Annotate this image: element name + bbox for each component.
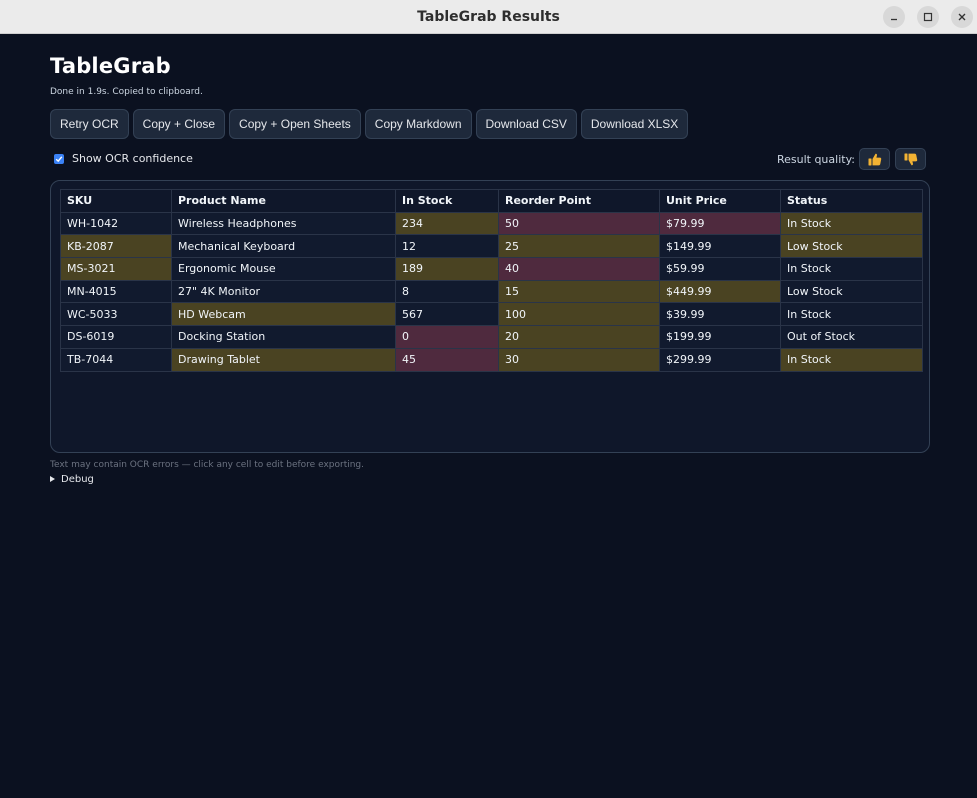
table-cell[interactable]: 12	[395, 234, 499, 259]
table-cell[interactable]: 30	[498, 347, 660, 372]
table-cell[interactable]: In Stock	[780, 257, 923, 281]
table-cell[interactable]: 45	[395, 347, 499, 372]
table-row: MN-4015 27" 4K Monitor 8 15 $449.99 Low Stock	[60, 279, 923, 304]
show-confidence-checkbox[interactable]	[54, 154, 64, 164]
column-header-sku: SKU	[60, 189, 172, 213]
table-cell[interactable]: WH-1042	[60, 211, 172, 236]
table-row: DS-6019 Docking Station 0 20 $199.99 Out of S…	[60, 325, 923, 349]
table-cell[interactable]: $79.99	[659, 211, 781, 236]
table-cell[interactable]: WC-5033	[60, 302, 172, 327]
app-title: TableGrab	[50, 54, 171, 78]
table-cell[interactable]: $149.99	[659, 234, 781, 259]
copy-close-button[interactable]: Copy + Close	[132, 109, 226, 139]
status-message: Done in 1.9s. Copied to clipboard.	[50, 87, 203, 97]
table-body: WH-1042 Wireless Headphones 234 50 $79.99 In …	[60, 211, 923, 372]
table-cell[interactable]: TB-7044	[60, 347, 172, 372]
table-cell[interactable]: 27" 4K Monitor	[171, 279, 396, 304]
copy-open-sheets-button[interactable]: Copy + Open Sheets	[229, 109, 361, 139]
table-cell[interactable]: HD Webcam	[171, 302, 396, 327]
debug-toggle[interactable]: Debug	[50, 474, 94, 485]
window-titlebar: TableGrab Results	[0, 0, 977, 34]
column-header-product-name: Product Name	[171, 189, 396, 213]
export-toolbar: Retry OCR Copy + Close Copy + Open Sheets C…	[50, 109, 692, 139]
table-cell[interactable]: In Stock	[780, 211, 923, 236]
table-cell[interactable]: 15	[498, 279, 660, 304]
table-cell[interactable]: Ergonomic Mouse	[171, 257, 396, 281]
options-row: Show OCR confidence Result quality:	[50, 148, 930, 170]
thumbs-up-icon	[868, 153, 882, 166]
table-cell[interactable]: $299.99	[659, 347, 781, 372]
table-cell[interactable]: 0	[395, 325, 499, 349]
result-quality-label: Result quality:	[776, 153, 855, 166]
show-confidence-label[interactable]: Show OCR confidence	[72, 152, 193, 165]
results-table-panel: SKU Product Name In Stock Reorder Point …	[50, 180, 930, 453]
ocr-disclaimer: Text may contain OCR errors — click any …	[50, 460, 364, 470]
window-title: TableGrab Results	[417, 9, 560, 25]
table-cell[interactable]: In Stock	[780, 347, 923, 372]
table-cell[interactable]: Drawing Tablet	[171, 347, 396, 372]
debug-label: Debug	[61, 474, 94, 485]
thumbs-down-button[interactable]	[895, 148, 926, 170]
table-cell[interactable]: $59.99	[659, 257, 781, 281]
table-cell[interactable]: 20	[498, 325, 660, 349]
column-header-status: Status	[780, 189, 923, 213]
column-header-in-stock: In Stock	[395, 189, 499, 213]
table-cell[interactable]: Low Stock	[780, 234, 923, 259]
table-cell[interactable]: $39.99	[659, 302, 781, 327]
table-cell[interactable]: MN-4015	[60, 279, 172, 304]
table-row: WH-1042 Wireless Headphones 234 50 $79.99 In …	[60, 211, 923, 236]
table-header-row: SKU Product Name In Stock Reorder Point …	[60, 189, 923, 213]
column-header-unit-price: Unit Price	[659, 189, 781, 213]
minimize-icon[interactable]	[883, 6, 905, 28]
table-cell[interactable]: 25	[498, 234, 660, 259]
table-row: WC-5033 HD Webcam 567 100 $39.99 In Stock	[60, 302, 923, 327]
table-cell[interactable]: MS-3021	[60, 257, 172, 281]
copy-markdown-button[interactable]: Copy Markdown	[364, 109, 472, 139]
table-cell[interactable]: $199.99	[659, 325, 781, 349]
table-row: MS-3021 Ergonomic Mouse 189 40 $59.99 In Stoc…	[60, 257, 923, 281]
maximize-icon[interactable]	[917, 6, 939, 28]
disclosure-triangle-icon	[50, 476, 55, 482]
table-cell[interactable]: Out of Stock	[780, 325, 923, 349]
table-cell[interactable]: 100	[498, 302, 660, 327]
table-cell[interactable]: $449.99	[659, 279, 781, 304]
table-cell[interactable]: In Stock	[780, 302, 923, 327]
table-cell[interactable]: Mechanical Keyboard	[171, 234, 396, 259]
table-cell[interactable]: 40	[498, 257, 660, 281]
results-table: SKU Product Name In Stock Reorder Point …	[60, 189, 923, 372]
table-cell[interactable]: 189	[395, 257, 499, 281]
table-cell[interactable]: Docking Station	[171, 325, 396, 349]
table-cell[interactable]: Wireless Headphones	[171, 211, 396, 236]
column-header-reorder-point: Reorder Point	[498, 189, 660, 213]
download-xlsx-button[interactable]: Download XLSX	[580, 109, 689, 139]
table-row: TB-7044 Drawing Tablet 45 30 $299.99 In Stock	[60, 347, 923, 372]
table-cell[interactable]: 50	[498, 211, 660, 236]
table-cell[interactable]: 567	[395, 302, 499, 327]
download-csv-button[interactable]: Download CSV	[475, 109, 577, 139]
table-cell[interactable]: DS-6019	[60, 325, 172, 349]
retry-ocr-button[interactable]: Retry OCR	[50, 109, 129, 139]
table-cell[interactable]: KB-2087	[60, 234, 172, 259]
table-row: KB-2087 Mechanical Keyboard 12 25 $149.99 Low…	[60, 234, 923, 259]
table-cell[interactable]: 234	[395, 211, 499, 236]
table-cell[interactable]: 8	[395, 279, 499, 304]
thumbs-up-button[interactable]	[859, 148, 890, 170]
thumbs-down-icon	[904, 153, 918, 166]
table-cell[interactable]: Low Stock	[780, 279, 923, 304]
close-icon[interactable]	[951, 6, 973, 28]
